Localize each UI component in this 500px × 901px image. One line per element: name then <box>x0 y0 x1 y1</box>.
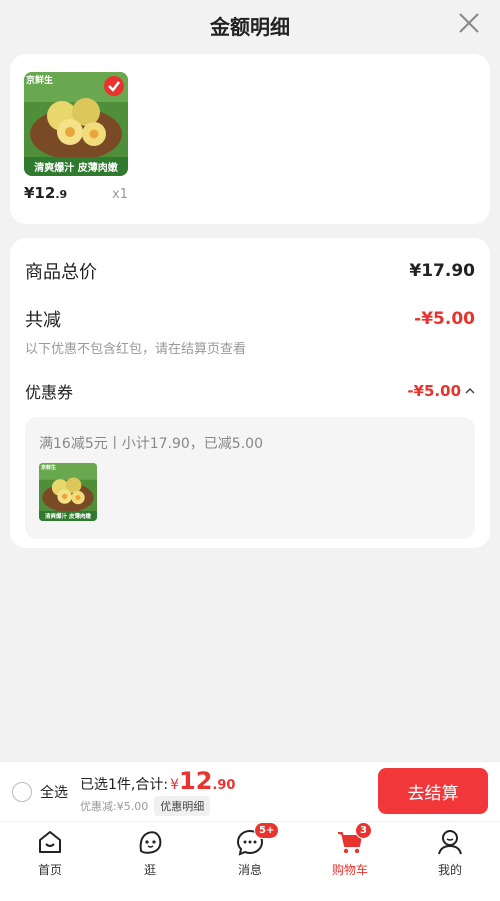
tab-profile-label: 我的 <box>437 863 462 877</box>
tab-profile[interactable]: 我的 <box>400 822 500 901</box>
tab-home-label: 首页 <box>37 863 62 877</box>
coupon-row[interactable]: 优惠券 -¥5.00 <box>25 379 475 403</box>
coupon-product-image: 京鲜生 清爽爆汁 皮薄肉嫩 <box>39 463 97 521</box>
tab-cart-label: 购物车 <box>331 863 368 877</box>
checkout-bar: 全选 已选1件,合计: ¥ 12 .90 优惠减:¥5.00 优惠明细 去结算 <box>0 761 500 821</box>
close-icon[interactable] <box>456 10 482 36</box>
header: 金额明细 <box>0 0 500 50</box>
product-price: ¥12.9 <box>24 184 68 202</box>
tab-cart[interactable]: 3 购物车 <box>300 822 400 901</box>
mini-image-caption: 清爽爆汁 皮薄肉嫩 <box>39 511 97 521</box>
total-value: ¥17.90 <box>409 261 475 281</box>
reduce-label: 共减 <box>25 310 61 331</box>
coupon-value[interactable]: -¥5.00 <box>407 382 475 400</box>
image-brand-label: 京鲜生 <box>26 76 54 86</box>
browse-icon <box>139 831 162 854</box>
mini-image-brand-label: 京鲜生 <box>41 465 57 471</box>
total-row: 商品总价 ¥17.90 <box>25 258 475 284</box>
coupon-label: 优惠券 <box>25 383 74 402</box>
home-icon <box>39 831 61 853</box>
discount-amount: 优惠减:¥5.00 <box>80 800 149 813</box>
product-quantity: x1 <box>112 187 128 202</box>
discount-detail-button[interactable]: 优惠明细 <box>154 796 211 816</box>
select-all-radio[interactable] <box>12 781 32 802</box>
product-card: 京鲜生 清爽爆汁 皮薄肉嫩 ¥12.9 x1 <box>10 54 490 224</box>
message-badge: 5+ <box>254 822 280 839</box>
page-title: 金额明细 <box>210 14 290 39</box>
tab-messages-label: 消息 <box>237 863 262 877</box>
tab-messages[interactable]: 5+ 消息 <box>200 822 300 901</box>
selected-total: 已选1件,合计: ¥ 12 .90 <box>80 767 236 795</box>
tab-browse-label: 逛 <box>143 863 156 877</box>
reduce-row: 共减 -¥5.00 <box>25 306 475 332</box>
coupon-detail-box: 满16减5元丨小计17.90，已减5.00 京鲜生 清爽爆汁 皮薄肉嫩 <box>25 417 475 539</box>
profile-icon <box>438 830 462 855</box>
reduce-value: -¥5.00 <box>414 309 475 329</box>
coupon-detail-text: 满16减5元丨小计17.90，已减5.00 <box>39 436 263 452</box>
checkout-button[interactable]: 去结算 <box>378 768 488 814</box>
breakdown-card: 商品总价 ¥17.90 共减 -¥5.00 以下优惠不包含红包，请在结算页查看 … <box>10 238 490 548</box>
product-image[interactable]: 京鲜生 清爽爆汁 皮薄肉嫩 <box>24 72 128 176</box>
discount-note: 以下优惠不包含红包，请在结算页查看 <box>25 342 247 357</box>
order-summary: 已选1件,合计: ¥ 12 .90 优惠减:¥5.00 优惠明细 <box>80 767 235 816</box>
total-label: 商品总价 <box>25 262 97 283</box>
chevron-up-icon <box>465 387 475 394</box>
cart-badge: 3 <box>355 822 372 839</box>
price-row: ¥12.9 x1 <box>24 184 128 202</box>
bottom-tab-bar: 首页 逛 5+ 消息 3 购物车 我的 <box>0 822 500 901</box>
tab-browse[interactable]: 逛 <box>100 822 200 901</box>
image-caption: 清爽爆汁 皮薄肉嫩 <box>24 157 128 176</box>
tab-home[interactable]: 首页 <box>0 822 100 901</box>
select-all-label[interactable]: 全选 <box>40 782 68 802</box>
